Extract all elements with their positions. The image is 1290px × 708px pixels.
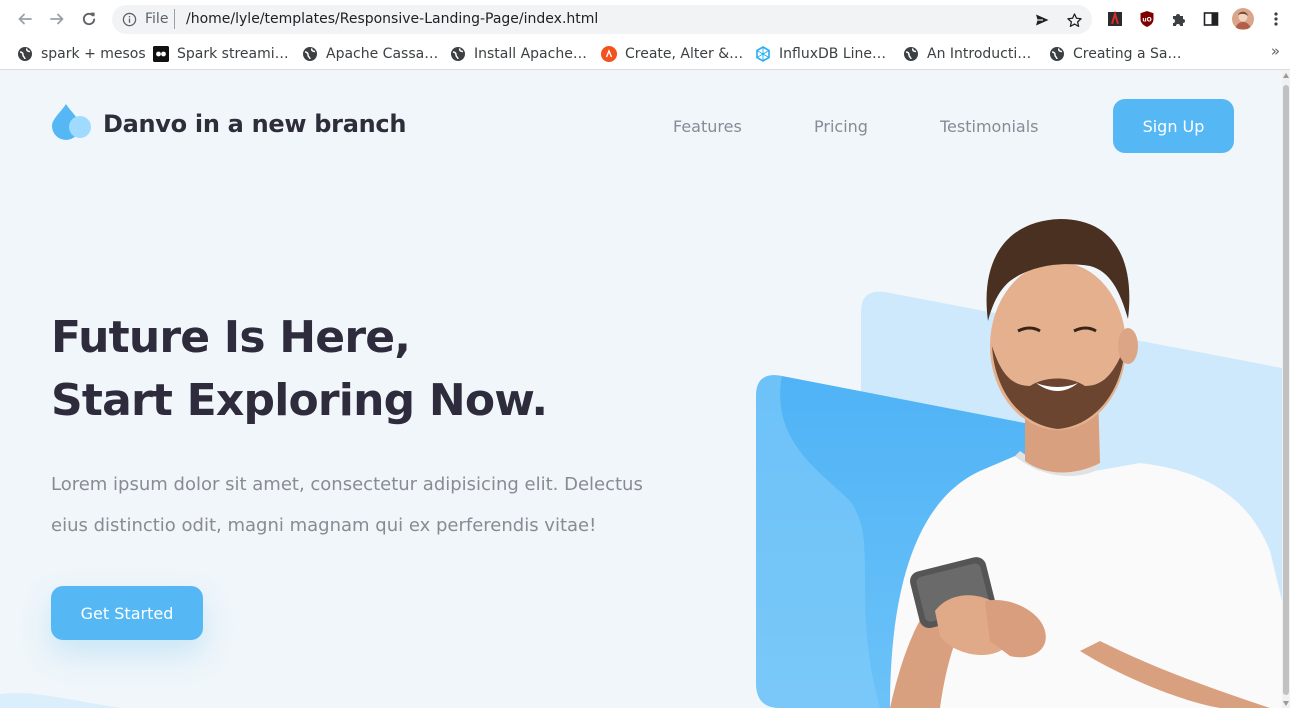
vertical-scrollbar[interactable] (1282, 71, 1290, 708)
orange-site-icon (601, 46, 617, 62)
browser-toolbar: File /home/lyle/templates/Responsive-Lan… (0, 0, 1290, 38)
globe-icon (903, 46, 919, 62)
info-icon[interactable] (122, 12, 137, 31)
brand-logo[interactable]: Danvo in a new branch (51, 103, 406, 145)
bookmark-label: An Introducti… (927, 46, 1032, 62)
bookmarks-overflow-button[interactable]: » (1271, 42, 1280, 60)
sidepanel-icon[interactable] (1201, 9, 1221, 29)
bookmark-label: Create, Alter &… (625, 46, 744, 62)
decorative-wave (0, 692, 120, 708)
brand-name: Danvo in a new branch (103, 110, 407, 138)
hero-illustration (756, 219, 1282, 708)
globe-icon (302, 46, 318, 62)
bookmarks-bar: spark + mesos Spark streami… Apache Cass… (0, 38, 1290, 70)
globe-icon (1049, 46, 1065, 62)
bookmark-item[interactable]: Spark streami… (153, 44, 289, 64)
reload-icon[interactable] (77, 7, 101, 31)
video-icon (153, 46, 169, 62)
url-text[interactable]: /home/lyle/templates/Responsive-Landing-… (186, 11, 598, 27)
extension-red-icon[interactable] (1105, 9, 1125, 29)
bookmark-item[interactable]: Install Apache… (450, 44, 587, 64)
bookmark-label: InfluxDB Line… (779, 46, 886, 62)
sign-up-button[interactable]: Sign Up (1113, 99, 1234, 153)
bookmark-item[interactable]: An Introducti… (903, 44, 1031, 64)
page-viewport: Danvo in a new branch Features Pricing T… (0, 71, 1282, 708)
get-started-button[interactable]: Get Started (51, 586, 203, 640)
bookmark-item[interactable]: Apache Cassa… (302, 44, 438, 64)
forward-arrow-icon[interactable] (45, 7, 69, 31)
scroll-up-arrow-icon[interactable] (1283, 73, 1289, 78)
address-bar[interactable]: File /home/lyle/templates/Responsive-Lan… (112, 5, 1092, 34)
bookmark-label: Install Apache… (474, 46, 587, 62)
hero-headline-line-2: Start Exploring Now. (51, 375, 548, 426)
bookmark-label: Spark streami… (177, 46, 289, 62)
kebab-menu-icon[interactable] (1266, 9, 1286, 29)
puzzle-icon[interactable] (1169, 9, 1189, 29)
globe-icon (17, 46, 33, 62)
hero-description: Lorem ipsum dolor sit amet, consectetur … (51, 474, 643, 536)
hero-headline-line-1: Future Is Here, (51, 312, 411, 363)
bookmark-item[interactable]: InfluxDB Line… (755, 44, 886, 64)
bookmark-item[interactable]: Creating a Sa… (1049, 44, 1182, 64)
scrollbar-thumb[interactable] (1283, 85, 1289, 695)
url-divider (174, 9, 175, 29)
bookmark-item[interactable]: spark + mesos (17, 44, 146, 64)
nav-pricing-link[interactable]: Pricing (814, 117, 868, 136)
ublock-icon[interactable]: uO (1137, 9, 1157, 29)
water-drop-icon (51, 103, 93, 145)
bookmark-label: spark + mesos (41, 46, 146, 62)
bookmark-label: Apache Cassa… (326, 46, 439, 62)
back-arrow-icon[interactable] (13, 7, 37, 31)
star-icon[interactable] (1064, 10, 1084, 30)
svg-text:uO: uO (1142, 17, 1151, 24)
globe-icon (450, 46, 466, 62)
nav-testimonials-link[interactable]: Testimonials (940, 117, 1039, 136)
influx-icon (755, 46, 771, 62)
scroll-down-arrow-icon[interactable] (1283, 701, 1289, 706)
nav-features-link[interactable]: Features (673, 117, 742, 136)
bookmark-item[interactable]: Create, Alter &… (601, 44, 743, 64)
bookmark-label: Creating a Sa… (1073, 46, 1182, 62)
profile-avatar[interactable] (1232, 8, 1254, 30)
send-icon[interactable] (1032, 10, 1052, 30)
url-scheme: File (145, 11, 169, 27)
